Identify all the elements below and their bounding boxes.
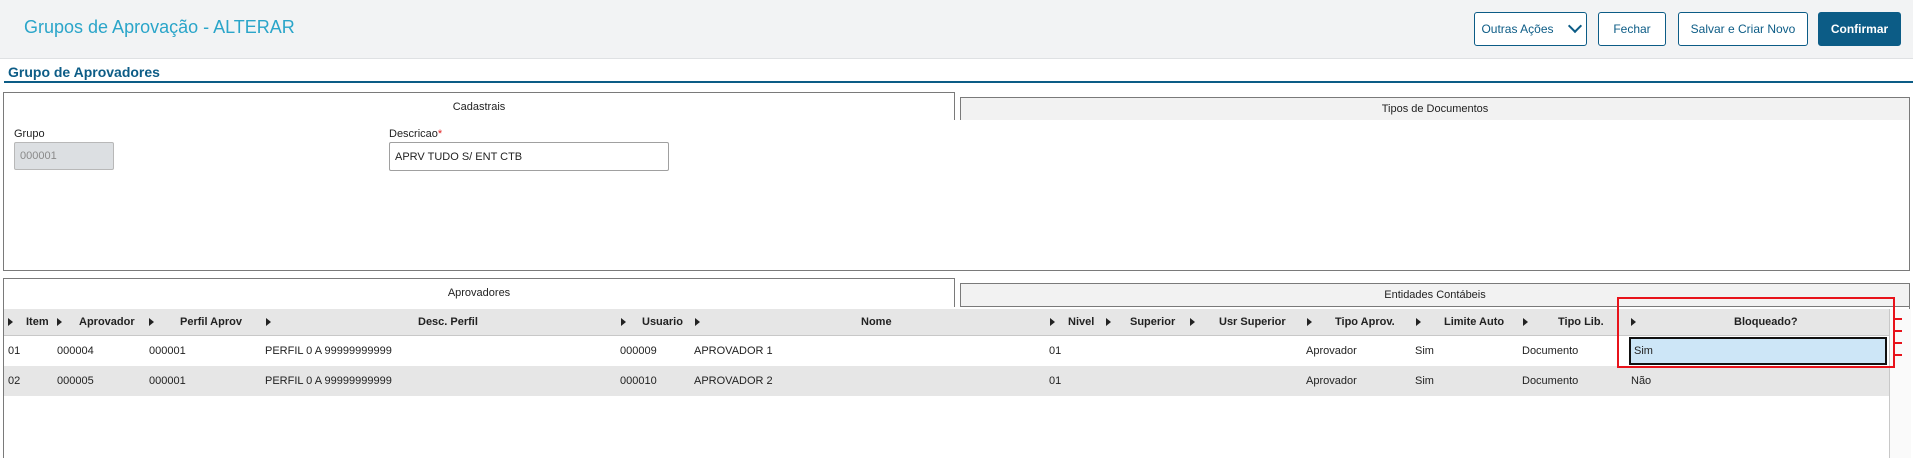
col-header-tipo-lib[interactable]: Tipo Lib. bbox=[1558, 309, 1604, 335]
column-arrow-icon[interactable] bbox=[621, 309, 626, 335]
cell-nivel[interactable]: 01 bbox=[1049, 366, 1061, 396]
cell-tipo-aprov[interactable]: Aprovador bbox=[1306, 366, 1357, 396]
col-header-aprovador[interactable]: Aprovador bbox=[79, 309, 135, 335]
grid-header: Item Aprovador Perfil Aprov Desc. Perfil… bbox=[4, 309, 1890, 336]
col-header-superior[interactable]: Superior bbox=[1130, 309, 1175, 335]
descricao-field[interactable]: APRV TUDO S/ ENT CTB bbox=[389, 142, 669, 171]
cell-limite-auto[interactable]: Sim bbox=[1415, 336, 1434, 366]
col-header-nivel[interactable]: Nivel bbox=[1068, 309, 1094, 335]
col-header-limite-auto[interactable]: Limite Auto bbox=[1444, 309, 1504, 335]
page-header: Grupos de Aprovação - ALTERAR Outras Açõ… bbox=[0, 0, 1913, 59]
required-marker: * bbox=[437, 128, 443, 140]
tab-tipos-documentos[interactable]: Tipos de Documentos bbox=[960, 97, 1910, 121]
table-row[interactable]: 01 000004 000001 PERFIL 0 A 99999999999 … bbox=[4, 336, 1890, 366]
column-arrow-icon[interactable] bbox=[1106, 309, 1111, 335]
chevron-down-icon bbox=[1567, 18, 1582, 34]
column-arrow-icon[interactable] bbox=[1307, 309, 1312, 335]
cell-perfil-aprov[interactable]: 000001 bbox=[149, 366, 186, 396]
cadastrais-panel bbox=[3, 120, 1910, 271]
scroll-grip-mark bbox=[1894, 354, 1902, 356]
table-row[interactable]: 02 000005 000001 PERFIL 0 A 99999999999 … bbox=[4, 366, 1890, 396]
descricao-label-text: Descricao bbox=[389, 128, 438, 140]
column-arrow-icon[interactable] bbox=[1190, 309, 1195, 335]
column-arrow-icon[interactable] bbox=[1416, 309, 1421, 335]
column-arrow-icon[interactable] bbox=[266, 309, 271, 335]
col-header-usuario[interactable]: Usuario bbox=[642, 309, 683, 335]
fechar-button[interactable]: Fechar bbox=[1598, 12, 1666, 46]
outras-acoes-label: Outras Ações bbox=[1481, 22, 1554, 36]
cell-limite-auto[interactable]: Sim bbox=[1415, 366, 1434, 396]
salvar-criar-novo-button[interactable]: Salvar e Criar Novo bbox=[1678, 12, 1808, 46]
column-arrow-icon[interactable] bbox=[149, 309, 154, 335]
page-title: Grupos de Aprovação - ALTERAR bbox=[24, 17, 295, 37]
descricao-label: Descricao* bbox=[389, 128, 442, 140]
outras-acoes-button[interactable]: Outras Ações bbox=[1474, 12, 1587, 46]
col-header-usr-superior[interactable]: Usr Superior bbox=[1219, 309, 1286, 335]
cell-item[interactable]: 02 bbox=[8, 366, 20, 396]
highlight-box bbox=[1617, 297, 1895, 368]
cell-desc-perfil[interactable]: PERFIL 0 A 99999999999 bbox=[265, 336, 392, 366]
col-header-tipo-aprov[interactable]: Tipo Aprov. bbox=[1335, 309, 1395, 335]
col-header-desc-perfil[interactable]: Desc. Perfil bbox=[418, 309, 478, 335]
cell-tipo-lib[interactable]: Documento bbox=[1522, 366, 1578, 396]
cell-bloqueado[interactable]: Não bbox=[1631, 366, 1651, 396]
column-arrow-icon[interactable] bbox=[695, 309, 700, 335]
scroll-grip-mark bbox=[1894, 342, 1902, 344]
cell-aprovador[interactable]: 000005 bbox=[57, 366, 94, 396]
col-header-perfil-aprov[interactable]: Perfil Aprov bbox=[180, 309, 242, 335]
cell-nome[interactable]: APROVADOR 2 bbox=[694, 366, 773, 396]
cell-item[interactable]: 01 bbox=[8, 336, 20, 366]
cell-nome[interactable]: APROVADOR 1 bbox=[694, 336, 773, 366]
tab-aprovadores[interactable]: Aprovadores bbox=[3, 278, 955, 307]
scroll-grip-mark bbox=[1894, 330, 1902, 332]
scroll-grip-mark bbox=[1894, 318, 1902, 320]
cell-aprovador[interactable]: 000004 bbox=[57, 336, 94, 366]
cell-desc-perfil[interactable]: PERFIL 0 A 99999999999 bbox=[265, 366, 392, 396]
column-arrow-icon[interactable] bbox=[8, 309, 13, 335]
cell-nivel[interactable]: 01 bbox=[1049, 336, 1061, 366]
col-header-item[interactable]: Item bbox=[26, 309, 49, 335]
cell-usuario[interactable]: 000010 bbox=[620, 366, 657, 396]
cell-perfil-aprov[interactable]: 000001 bbox=[149, 336, 186, 366]
col-header-nome[interactable]: Nome bbox=[861, 309, 892, 335]
section-title: Grupo de Aprovadores bbox=[8, 64, 160, 80]
grupo-field: 000001 bbox=[14, 142, 114, 170]
column-arrow-icon[interactable] bbox=[57, 309, 62, 335]
tab-cadastrais[interactable]: Cadastrais bbox=[3, 92, 955, 121]
grupo-label: Grupo bbox=[14, 128, 45, 140]
column-arrow-icon[interactable] bbox=[1523, 309, 1528, 335]
confirmar-button[interactable]: Confirmar bbox=[1818, 12, 1901, 46]
cell-usuario[interactable]: 000009 bbox=[620, 336, 657, 366]
column-arrow-icon[interactable] bbox=[1050, 309, 1055, 335]
cell-tipo-lib[interactable]: Documento bbox=[1522, 336, 1578, 366]
cell-tipo-aprov[interactable]: Aprovador bbox=[1306, 336, 1357, 366]
section-divider bbox=[4, 81, 1913, 83]
